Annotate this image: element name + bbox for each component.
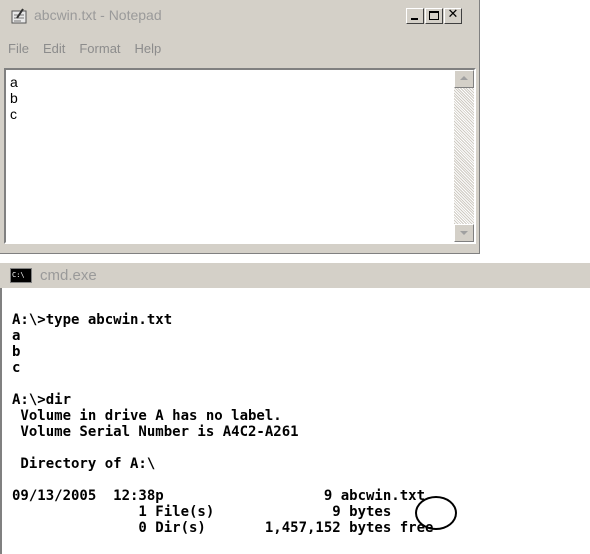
cmd-console[interactable]: A:\>type abcwin.txt a b c A:\>dir Volume in … — [0, 288, 590, 554]
close-button[interactable]: ✕ — [444, 7, 462, 24]
console-line: 1 File(s) 9 bytes — [12, 504, 392, 520]
cmd-icon: C:\ — [10, 268, 32, 283]
menu-file[interactable]: File — [2, 40, 37, 60]
notepad-title: abcwin.txt - Notepad — [34, 7, 162, 23]
minimize-button[interactable] — [406, 8, 424, 24]
cmd-titlebar[interactable]: C:\ cmd.exe — [0, 262, 590, 288]
console-line: A:\>dir — [12, 392, 72, 408]
console-line: Directory of A:\ — [12, 456, 156, 472]
console-line: c — [12, 360, 21, 376]
console-line: a — [12, 328, 21, 344]
maximize-button[interactable] — [425, 8, 443, 24]
menu-format[interactable]: Format — [73, 40, 128, 60]
console-line: Volume Serial Number is A4C2-A261 — [12, 424, 299, 440]
annotation-circle — [415, 496, 457, 530]
arrow-up-icon — [460, 76, 468, 80]
vertical-scrollbar[interactable] — [454, 70, 474, 242]
notepad-icon — [11, 8, 27, 24]
notepad-text-area[interactable]: a b c — [4, 68, 476, 244]
arrow-down-icon — [460, 231, 468, 235]
notepad-content[interactable]: a b c — [10, 74, 18, 122]
scroll-down-button[interactable] — [454, 224, 474, 242]
menu-edit[interactable]: Edit — [37, 40, 73, 60]
console-line: 09/13/2005 12:38p 9 abcwin.txt — [12, 488, 426, 504]
menu-help[interactable]: Help — [129, 40, 170, 60]
console-line: Volume in drive A has no label. — [12, 408, 282, 424]
close-icon: ✕ — [447, 7, 459, 22]
console-line: b — [12, 344, 21, 360]
notepad-window: abcwin.txt - Notepad ✕ File Edit Format … — [0, 0, 480, 254]
console-line: A:\>type abcwin.txt — [12, 312, 173, 328]
notepad-titlebar[interactable]: abcwin.txt - Notepad ✕ — [2, 2, 476, 30]
window-controls: ✕ — [405, 7, 462, 24]
console-line: 0 Dir(s) 1,457,152 bytes free — [12, 520, 434, 536]
maximize-icon — [429, 11, 439, 20]
minimize-icon — [411, 18, 418, 20]
cmd-title: cmd.exe — [40, 267, 97, 284]
notepad-menubar: File Edit Format Help — [2, 40, 169, 60]
scroll-up-button[interactable] — [454, 70, 474, 88]
